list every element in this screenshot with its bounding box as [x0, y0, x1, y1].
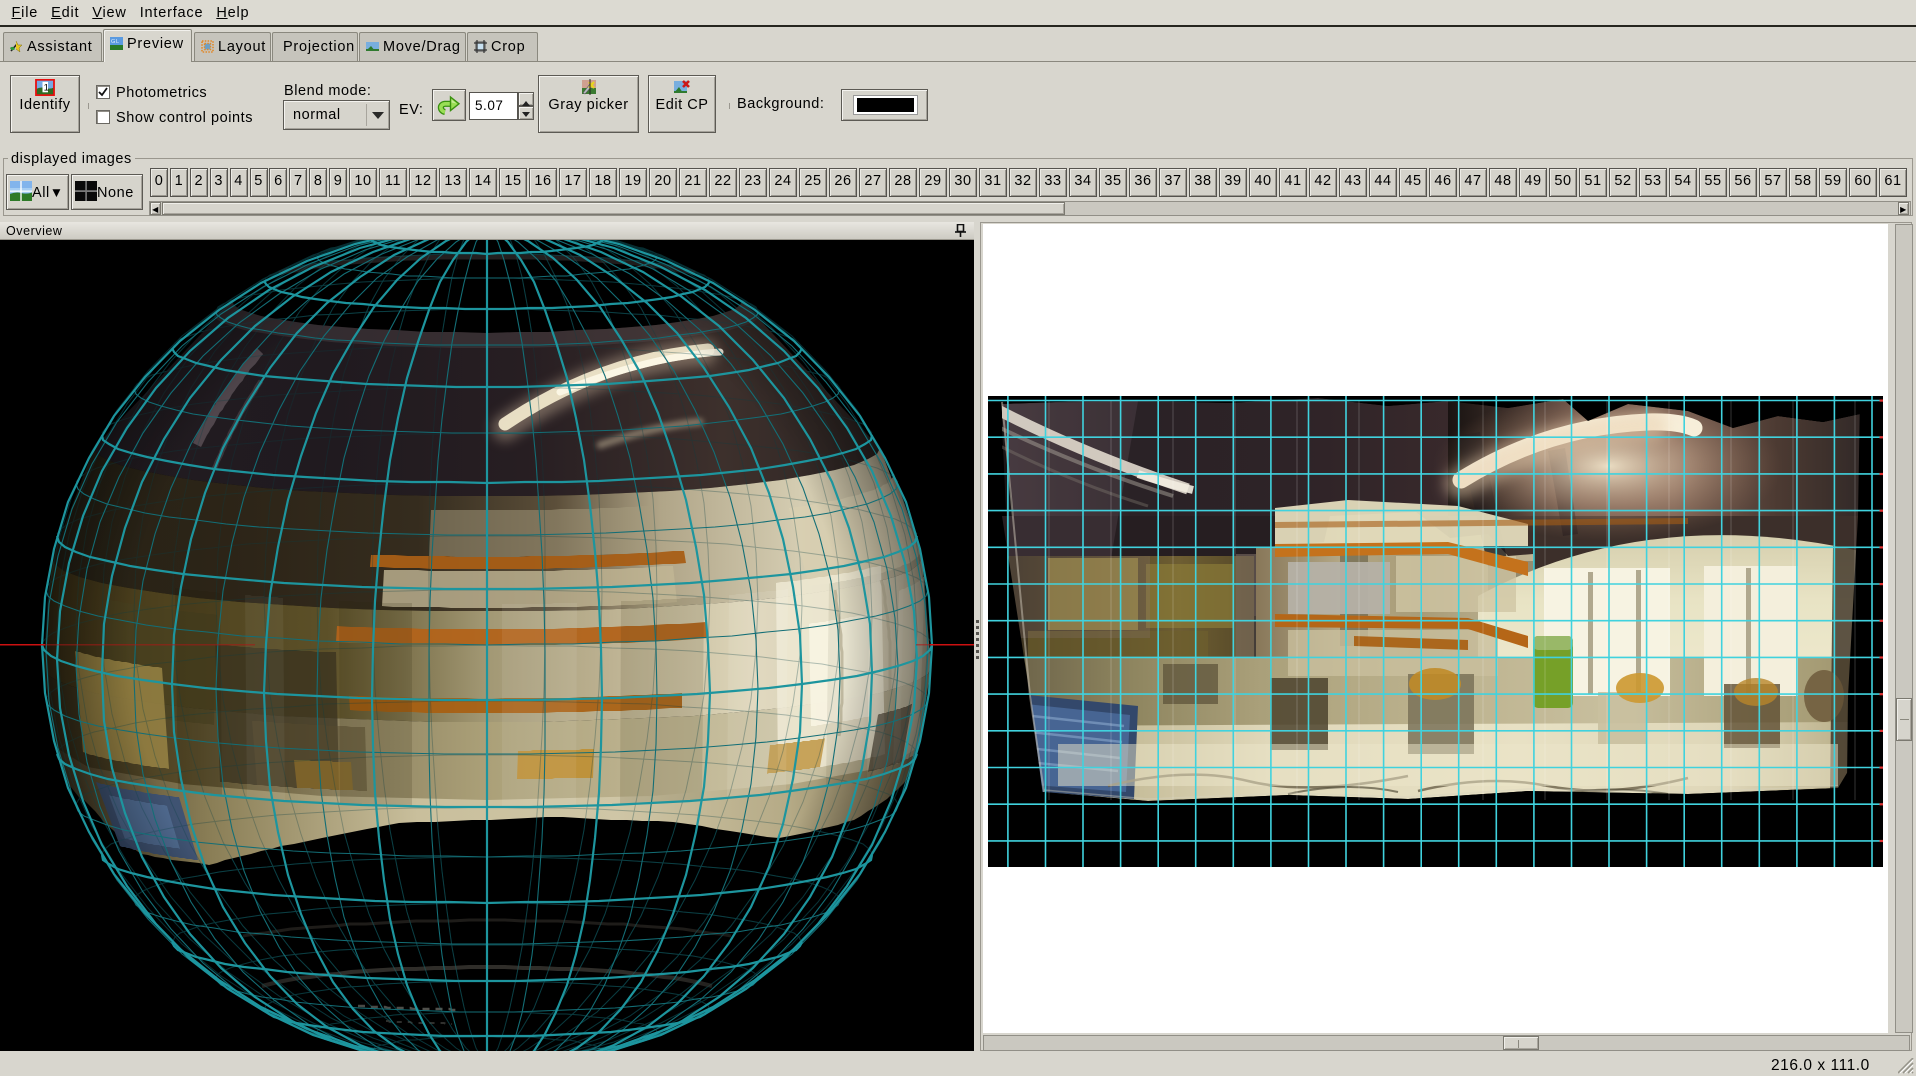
- svg-text:1: 1: [44, 83, 50, 94]
- svg-text:GL: GL: [111, 39, 120, 45]
